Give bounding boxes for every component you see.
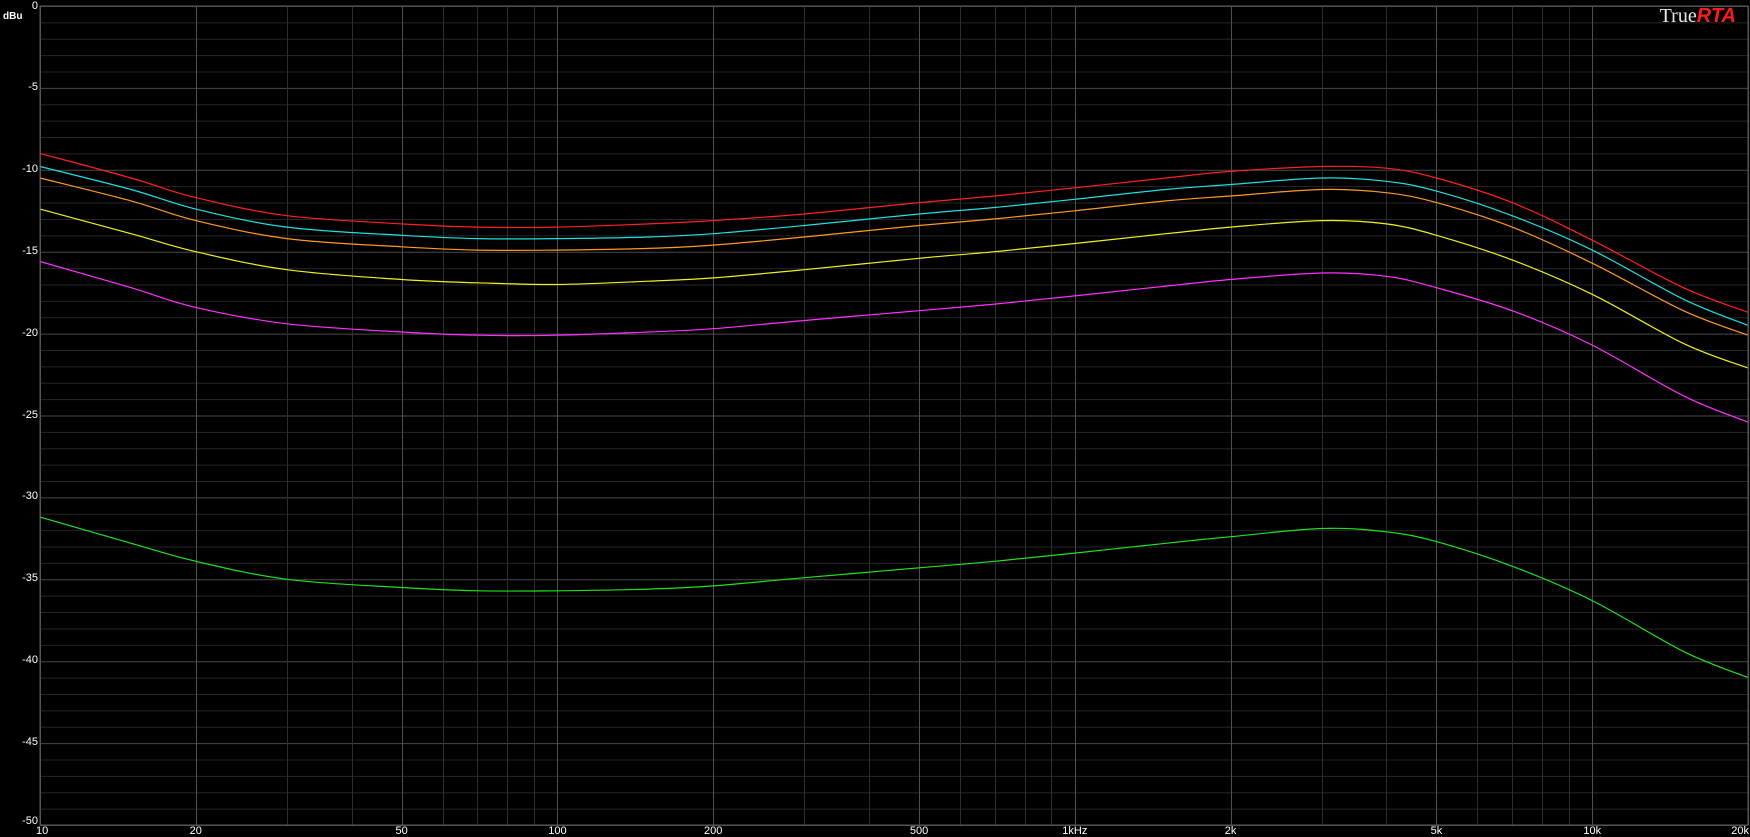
x-tick-label: 200 [703, 825, 723, 837]
x-tick-label: 100 [548, 825, 567, 837]
y-tick-label: -35 [22, 572, 38, 585]
x-tick-label: 2k [1224, 825, 1237, 837]
brand-suffix: RTA [1696, 5, 1736, 27]
y-tick-label: -30 [22, 490, 38, 503]
x-tick-label: 10k [1583, 825, 1602, 837]
brand-prefix: True [1659, 5, 1697, 27]
y-tick-label: -10 [22, 162, 38, 175]
y-tick-label: -50 [22, 815, 38, 827]
x-tick-label: 1kHz [1062, 825, 1088, 837]
y-tick-label: -20 [22, 326, 38, 339]
x-tick-label: 5k [1430, 825, 1443, 837]
x-tick-label: 20 [189, 825, 202, 837]
y-tick-label: 0 [31, 0, 38, 12]
x-tick-label: 10 [36, 825, 49, 837]
y-axis-unit: dBu [3, 11, 23, 22]
x-tick-label: 20k [1731, 825, 1749, 837]
y-tick-label: -40 [22, 654, 38, 667]
rta-plot [39, 5, 1749, 826]
y-tick-label: -25 [22, 408, 38, 421]
x-tick-label: 50 [395, 825, 408, 837]
x-tick-label: 500 [909, 825, 929, 837]
brand-logo: TrueRTA [1660, 4, 1736, 28]
y-tick-label: -15 [22, 244, 38, 257]
y-tick-label: -45 [22, 736, 38, 749]
y-tick-label: -5 [28, 80, 38, 93]
